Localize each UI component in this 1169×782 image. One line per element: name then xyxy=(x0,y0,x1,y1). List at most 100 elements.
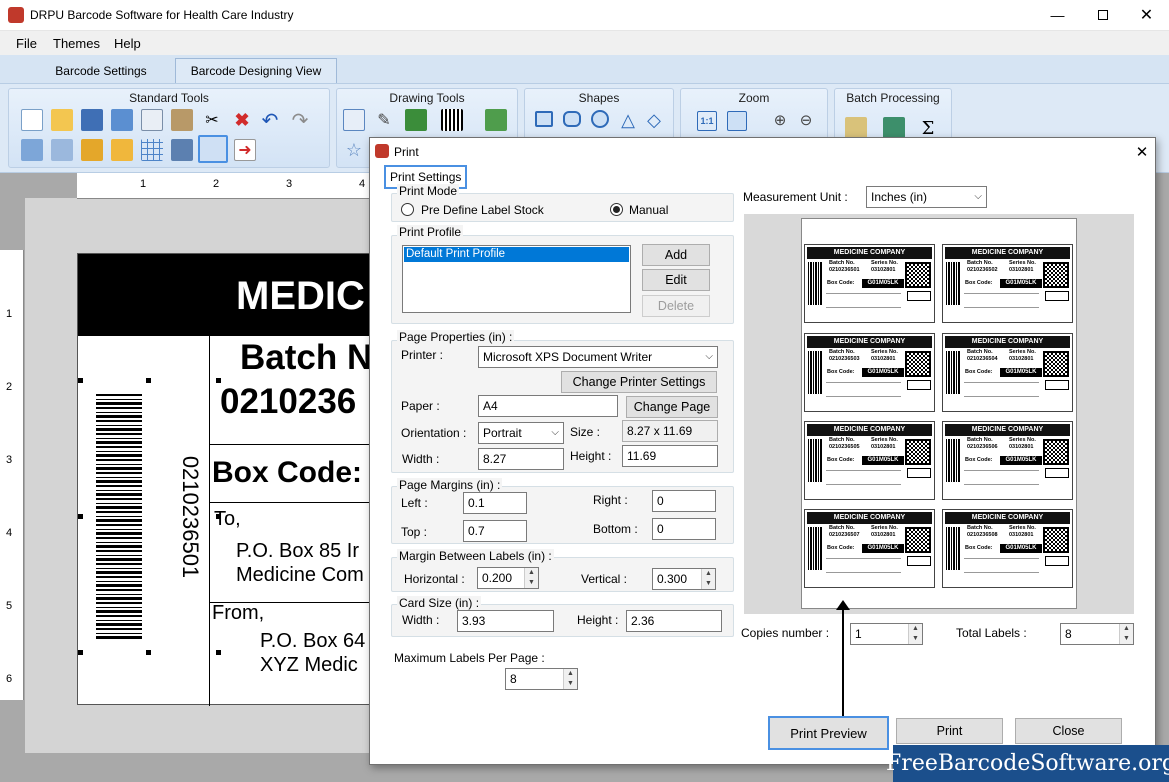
picture-icon[interactable] xyxy=(485,109,507,131)
selection-handle[interactable] xyxy=(216,650,221,655)
left-margin-field[interactable]: 0.1 xyxy=(463,492,527,514)
menu-file[interactable]: File xyxy=(16,36,37,51)
unlock-icon[interactable] xyxy=(111,139,133,161)
lock-icon[interactable] xyxy=(81,139,103,161)
print-preview-icon[interactable] xyxy=(171,139,193,161)
width-field[interactable]: 8.27 xyxy=(478,448,564,470)
dialog-close-icon[interactable]: ✕ xyxy=(1128,140,1156,164)
spinner-arrows-icon[interactable]: ▲ ▼ xyxy=(1119,624,1133,644)
total-labels-spinner[interactable]: 8 ▲ ▼ xyxy=(1060,623,1134,645)
bring-front-icon[interactable] xyxy=(21,139,43,161)
selection-handle[interactable] xyxy=(216,514,221,519)
selection-handle[interactable] xyxy=(146,378,151,383)
copies-spinner[interactable]: 1 ▲ ▼ xyxy=(850,623,923,645)
open-folder-icon[interactable] xyxy=(51,109,73,131)
zoom-in-icon[interactable]: ⊕ xyxy=(769,109,791,131)
cut-icon[interactable]: ✂ xyxy=(201,109,223,131)
print-mode-legend: Print Mode xyxy=(397,184,460,198)
fit-page-icon[interactable] xyxy=(727,111,747,131)
vertical-spinner[interactable]: 0.300 ▲ ▼ xyxy=(652,568,716,590)
save-as-icon[interactable] xyxy=(111,109,133,131)
radio-predefine[interactable] xyxy=(401,203,414,216)
barcode-tool-icon[interactable] xyxy=(441,109,463,131)
paper-field[interactable]: A4 xyxy=(478,395,618,417)
ellipse-icon[interactable] xyxy=(591,110,609,128)
text-tool-icon[interactable] xyxy=(343,109,365,131)
profile-list[interactable]: Default Print Profile xyxy=(402,245,631,313)
printer-select[interactable]: Microsoft XPS Document Writer ⌵ xyxy=(478,346,718,368)
right-margin-field[interactable]: 0 xyxy=(652,490,716,512)
spinner-arrows-icon[interactable]: ▲ ▼ xyxy=(701,569,715,589)
batch-edit-icon[interactable] xyxy=(845,117,867,139)
measurement-unit-select[interactable]: Inches (in) ⌵ xyxy=(866,186,987,208)
delete-icon[interactable]: ✖ xyxy=(231,109,253,131)
selection-handle[interactable] xyxy=(216,378,221,383)
delete-profile-button[interactable]: Delete xyxy=(642,295,710,317)
card-symbols-icon xyxy=(1045,380,1069,390)
label-barcode[interactable] xyxy=(96,394,142,639)
batch-export-icon[interactable] xyxy=(883,117,905,139)
spinner-arrows-icon[interactable]: ▲ ▼ xyxy=(524,568,538,588)
profile-list-item[interactable]: Default Print Profile xyxy=(404,247,629,262)
card-header: MEDICINE COMPANY xyxy=(807,247,932,259)
copy-icon[interactable] xyxy=(141,109,163,131)
edit-profile-button[interactable]: Edit xyxy=(642,269,710,291)
star-icon[interactable]: ☆ xyxy=(343,139,365,161)
selection-handle[interactable] xyxy=(78,650,83,655)
image-tool-icon[interactable] xyxy=(405,109,427,131)
card-width-field[interactable]: 3.93 xyxy=(457,610,554,632)
selection-handle[interactable] xyxy=(78,378,83,383)
save-icon[interactable] xyxy=(81,109,103,131)
change-page-button[interactable]: Change Page xyxy=(626,396,718,418)
selection-handle[interactable] xyxy=(78,514,83,519)
paste-icon[interactable] xyxy=(171,109,193,131)
add-profile-button[interactable]: Add xyxy=(642,244,710,266)
horizontal-spinner[interactable]: 0.200 ▲ ▼ xyxy=(477,567,539,589)
diamond-icon[interactable]: ◇ xyxy=(643,109,665,131)
minimize-button[interactable]: — xyxy=(1035,0,1080,30)
ruler-tick: 4 xyxy=(359,178,366,190)
ruler-tick: 3 xyxy=(286,178,293,190)
tab-barcode-designing-view[interactable]: Barcode Designing View xyxy=(175,58,337,83)
card-height-field[interactable]: 2.36 xyxy=(626,610,722,632)
spinner-arrows-icon[interactable]: ▲ ▼ xyxy=(563,669,577,689)
actual-size-icon[interactable]: 1:1 xyxy=(697,111,717,131)
undo-icon[interactable]: ↶ xyxy=(259,109,281,132)
close-window-button[interactable]: ✕ xyxy=(1124,0,1169,30)
rectangle-icon[interactable] xyxy=(535,111,553,127)
radio-manual[interactable] xyxy=(610,203,623,216)
batch-label: Batch N xyxy=(240,338,373,377)
radio-manual-label[interactable]: Manual xyxy=(629,203,668,217)
height-field[interactable]: 11.69 xyxy=(622,445,718,467)
barcode-label[interactable]: MEDIC 0210236501 Batch N 0210236 Box Cod… xyxy=(77,253,377,706)
spinner-arrows-icon[interactable]: ▲ ▼ xyxy=(908,624,922,644)
print-preview-button[interactable]: Print Preview xyxy=(768,716,889,750)
selection-handle[interactable] xyxy=(146,650,151,655)
pencil-icon[interactable]: ✎ xyxy=(373,109,395,131)
change-printer-button[interactable]: Change Printer Settings xyxy=(561,371,717,393)
bottom-margin-field[interactable]: 0 xyxy=(652,518,716,540)
menu-themes[interactable]: Themes xyxy=(53,36,100,51)
send-back-icon[interactable] xyxy=(51,139,73,161)
rounded-rect-icon[interactable] xyxy=(563,111,581,127)
triangle-icon[interactable]: △ xyxy=(617,109,639,131)
close-button[interactable]: Close xyxy=(1015,718,1122,744)
radio-predefine-label[interactable]: Pre Define Label Stock xyxy=(421,203,544,217)
redo-icon[interactable]: ↷ xyxy=(289,109,311,132)
maximize-button[interactable] xyxy=(1080,0,1125,30)
print-button[interactable]: Print xyxy=(896,718,1003,744)
export-icon[interactable]: ➜ xyxy=(234,139,256,161)
print-icon[interactable] xyxy=(198,135,228,163)
new-file-icon[interactable] xyxy=(21,109,43,131)
max-labels-spinner[interactable]: 8 ▲ ▼ xyxy=(505,668,578,690)
tab-barcode-settings[interactable]: Barcode Settings xyxy=(40,58,162,83)
card-header: MEDICINE COMPANY xyxy=(807,336,932,348)
grid-icon[interactable] xyxy=(141,139,163,161)
card-boxcode-value: G01M05LK xyxy=(1000,544,1042,553)
orientation-select[interactable]: Portrait ⌵ xyxy=(478,422,564,444)
card-boxcode-label: Box Code: xyxy=(827,545,855,551)
menu-help[interactable]: Help xyxy=(114,36,141,51)
formula-icon[interactable]: Σ xyxy=(917,117,939,139)
top-margin-field[interactable]: 0.7 xyxy=(463,520,527,542)
zoom-out-icon[interactable]: ⊖ xyxy=(795,109,817,131)
